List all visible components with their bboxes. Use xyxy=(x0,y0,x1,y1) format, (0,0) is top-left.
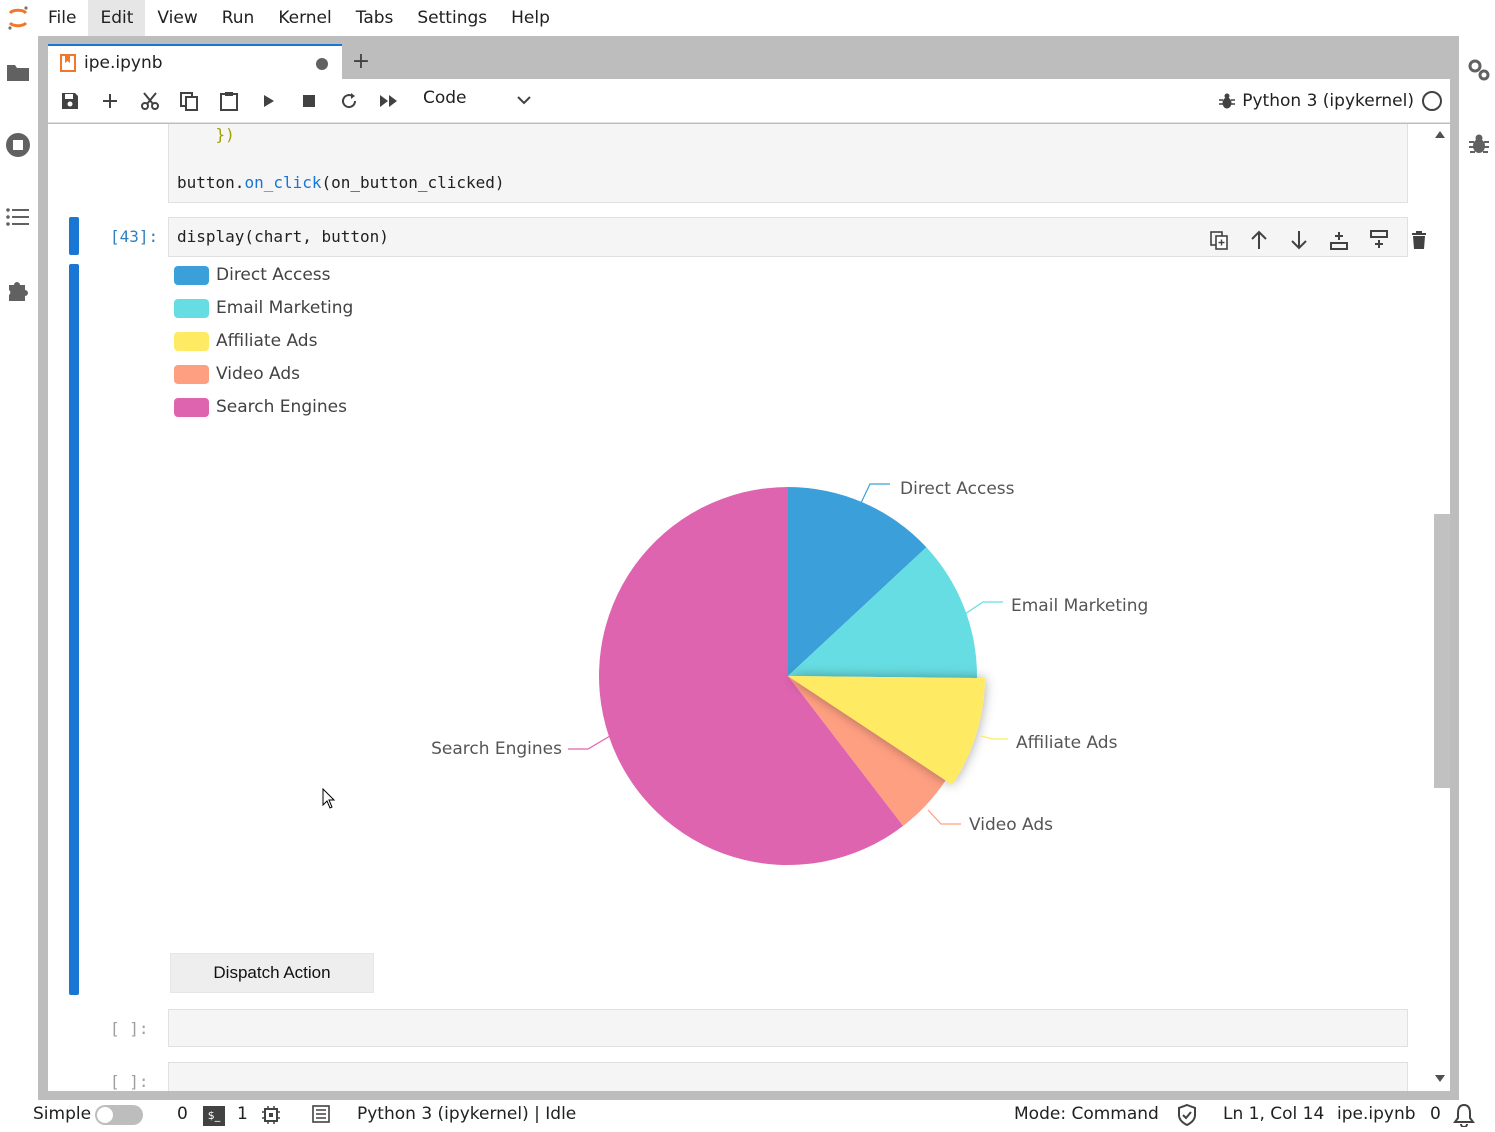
notification-bell-icon[interactable] xyxy=(1453,1103,1475,1132)
run-icon[interactable] xyxy=(255,87,283,115)
kernel-status-text[interactable]: Python 3 (ipykernel) | Idle xyxy=(357,1104,576,1124)
status-bar: Simple 0 $_ 1 Python 3 (ipykernel) | Idl… xyxy=(0,1100,1495,1130)
leader-line-affiliate-ads xyxy=(980,735,1008,740)
pie-chart: Direct Access Email Marketing Affiliate Ad… xyxy=(431,479,1148,865)
table-of-contents-icon[interactable] xyxy=(4,203,32,231)
extensions-puzzle-icon[interactable] xyxy=(4,276,32,304)
menu-help[interactable]: Help xyxy=(499,0,562,36)
slice-label-direct-access: Direct Access xyxy=(900,479,1015,499)
cell-type-select[interactable]: Code xyxy=(423,88,467,108)
chevron-down-icon[interactable] xyxy=(514,88,534,112)
notebook-file-icon xyxy=(60,53,76,72)
debugger-bug-icon[interactable] xyxy=(1465,130,1493,158)
menu-edit[interactable]: Edit xyxy=(88,0,146,36)
kernels-count[interactable]: 1 xyxy=(237,1104,248,1124)
running-sessions-icon[interactable] xyxy=(4,131,32,159)
leader-line-email-marketing xyxy=(964,601,1003,615)
stop-icon[interactable] xyxy=(295,87,323,115)
restart-run-all-icon[interactable] xyxy=(375,87,403,115)
cut-icon[interactable] xyxy=(136,87,164,115)
slice-label-search-engines: Search Engines xyxy=(431,739,562,759)
cursor-position[interactable]: Ln 1, Col 14 xyxy=(1223,1104,1324,1124)
notebook-toolbar: Code Python 3 (ipykernel) xyxy=(48,79,1450,123)
right-sidebar xyxy=(1459,36,1495,1100)
slice-label-email-marketing: Email Marketing xyxy=(1011,596,1148,616)
left-sidebar xyxy=(0,36,38,1100)
menu-settings[interactable]: Settings xyxy=(405,0,499,36)
menu-tabs[interactable]: Tabs xyxy=(344,0,406,36)
insert-cell-icon[interactable] xyxy=(96,87,124,115)
menu-bar: File Edit View Run Kernel Tabs Settings … xyxy=(0,0,1495,36)
notebook-tab[interactable]: ipe.ipynb xyxy=(48,44,342,79)
save-icon[interactable] xyxy=(56,87,84,115)
empty-cell-prompt: [ ]: xyxy=(110,1072,149,1091)
kernel-debugger-bug-icon[interactable] xyxy=(1216,89,1238,113)
mouse-pointer-icon xyxy=(322,788,336,809)
status-file-name: ipe.ipynb xyxy=(1337,1104,1416,1124)
menu-file[interactable]: File xyxy=(36,0,88,36)
notification-count[interactable]: 0 xyxy=(1430,1104,1441,1124)
notebook-scrollbar[interactable] xyxy=(1430,124,1450,1091)
kernel-name-button[interactable]: Python 3 (ipykernel) xyxy=(1242,91,1414,111)
notebook-mode-text: Mode: Command xyxy=(1014,1104,1159,1124)
scrollbar-thumb[interactable] xyxy=(1434,514,1450,788)
empty-code-cell[interactable] xyxy=(168,1062,1408,1091)
leader-line-video-ads xyxy=(927,809,961,825)
terminals-count[interactable]: 0 xyxy=(177,1104,188,1124)
jupyter-logo-icon xyxy=(0,0,36,36)
dispatch-action-button[interactable]: Dispatch Action xyxy=(170,953,374,993)
paste-icon[interactable] xyxy=(215,87,243,115)
leader-line-search-engines xyxy=(568,735,611,750)
scroll-down-arrow-icon[interactable] xyxy=(1435,1075,1445,1083)
menu-kernel[interactable]: Kernel xyxy=(266,0,343,36)
property-inspector-gears-icon[interactable] xyxy=(1465,56,1493,84)
kernel-status-idle-icon xyxy=(1422,91,1442,111)
new-tab-button[interactable]: + xyxy=(346,44,376,79)
terminal-icon[interactable]: $_ xyxy=(203,1106,225,1126)
slice-label-affiliate-ads: Affiliate Ads xyxy=(1016,733,1118,753)
empty-code-cell[interactable] xyxy=(168,1009,1408,1047)
slice-label-video-ads: Video Ads xyxy=(969,815,1053,835)
unsaved-dot-icon[interactable] xyxy=(316,58,328,70)
folder-icon[interactable] xyxy=(4,58,32,86)
restart-icon[interactable] xyxy=(335,87,363,115)
scroll-up-arrow-icon[interactable] xyxy=(1435,130,1445,138)
trusted-shield-icon[interactable] xyxy=(1177,1103,1197,1131)
main-area: ipe.ipynb + Code Python 3 (ipykernel)})… xyxy=(38,36,1459,1100)
copy-icon[interactable] xyxy=(175,87,203,115)
tab-label: ipe.ipynb xyxy=(84,52,163,73)
notebook-panel: }) button.on_click(on_button_clicked) [4… xyxy=(48,124,1450,1091)
simple-mode-toggle[interactable] xyxy=(95,1105,143,1125)
leader-line-direct-access xyxy=(860,483,890,504)
log-console-icon[interactable] xyxy=(311,1104,331,1129)
empty-cell-prompt: [ ]: xyxy=(110,1019,149,1038)
kernel-chip-icon[interactable] xyxy=(261,1105,281,1130)
menu-view[interactable]: View xyxy=(145,0,209,36)
menu-run[interactable]: Run xyxy=(210,0,267,36)
simple-mode-label: Simple xyxy=(33,1104,92,1124)
